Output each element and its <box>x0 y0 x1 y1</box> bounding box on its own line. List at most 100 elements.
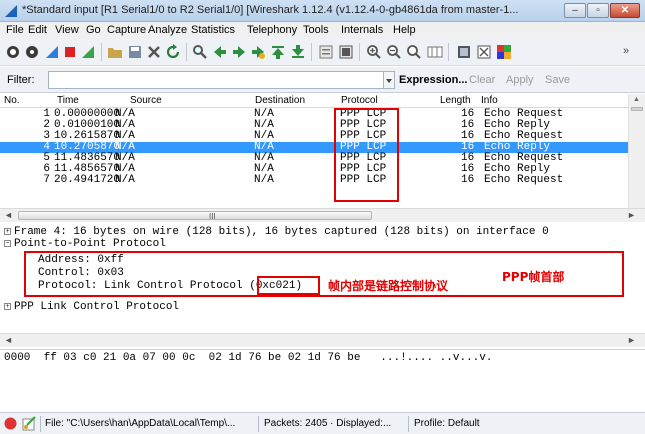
packet-no: 7 <box>43 174 50 186</box>
packet-time: 20.4941720 <box>54 174 121 186</box>
expand-toggle-icon[interactable]: + <box>4 228 11 235</box>
close-button[interactable]: ✕ <box>610 3 640 18</box>
column-source[interactable]: Source <box>130 95 162 106</box>
interface-list-icon[interactable] <box>5 44 21 60</box>
profile-status[interactable]: Profile: Default <box>414 418 524 429</box>
column-destination[interactable]: Destination <box>255 95 305 106</box>
go-to-packet-icon[interactable] <box>250 44 266 60</box>
display-filters-icon[interactable] <box>476 44 492 60</box>
filter-label: Filter: <box>7 74 35 86</box>
zoom-out-icon[interactable] <box>386 44 402 60</box>
ppp-tree-item[interactable]: Point-to-Point Protocol <box>14 238 166 250</box>
go-back-icon[interactable] <box>212 44 228 60</box>
status-bar: File: "C:\Users\han\AppData\Local\Temp\.… <box>0 412 645 434</box>
column-time[interactable]: Time <box>57 95 79 106</box>
lcp-tree-item[interactable]: PPP Link Control Protocol <box>14 301 179 313</box>
toolbar-overflow-button[interactable]: » <box>623 45 629 57</box>
packet-length: 16 <box>461 174 475 186</box>
column-length[interactable]: Length <box>440 95 471 106</box>
frame-tree-item[interactable]: Frame 4: 16 bytes on wire (128 bits), 16… <box>14 226 549 238</box>
packets-status: Packets: 2405 · Displayed:... <box>264 418 392 429</box>
menu-edit[interactable]: Edit <box>28 24 47 36</box>
toolbar-separator <box>186 43 187 61</box>
maximize-button[interactable]: ▫ <box>587 3 609 18</box>
scroll-right-icon[interactable]: ► <box>627 210 636 220</box>
expert-info-icon[interactable] <box>4 417 17 430</box>
menu-tools[interactable]: Tools <box>303 24 329 36</box>
save-filter-button[interactable]: Save <box>545 74 570 86</box>
zoom-normal-icon[interactable] <box>406 44 422 60</box>
scroll-left-icon[interactable]: ◄ <box>4 210 13 220</box>
hscroll-thumb[interactable]: III <box>18 211 372 221</box>
menu-internals[interactable]: Internals <box>341 24 383 36</box>
scroll-right-icon[interactable]: ► <box>627 335 636 345</box>
apply-button[interactable]: Apply <box>506 74 534 86</box>
packet-list: No. Time Source Destination Protocol Len… <box>0 94 645 212</box>
menu-telephony[interactable]: Telephony <box>247 24 297 36</box>
packet-details-pane: + Frame 4: 16 bytes on wire (128 bits), … <box>0 223 645 335</box>
close-file-icon[interactable] <box>146 44 162 60</box>
clear-button[interactable]: Clear <box>469 74 495 86</box>
packet-row[interactable]: 7 20.4941720 N/A N/A PPP LCP 16 Echo Request <box>0 175 628 186</box>
scroll-left-icon[interactable]: ◄ <box>4 335 13 345</box>
menu-file[interactable]: File <box>6 24 24 36</box>
vscroll-thumb[interactable] <box>631 107 643 111</box>
expand-toggle-icon[interactable]: + <box>4 303 11 310</box>
toolbar-separator <box>311 43 312 61</box>
go-forward-icon[interactable] <box>231 44 247 60</box>
toolbar-separator <box>359 43 360 61</box>
collapse-toggle-icon[interactable]: − <box>4 240 11 247</box>
scroll-up-icon[interactable]: ▲ <box>633 96 640 103</box>
column-info[interactable]: Info <box>481 95 498 106</box>
packet-list-header: No. Time Source Destination Protocol Len… <box>0 94 645 108</box>
capture-options-icon[interactable] <box>24 44 40 60</box>
menu-capture[interactable]: Capture <box>107 24 146 36</box>
hex-dump-line[interactable]: 0000 ff 03 c0 21 0a 07 00 0c 02 1d 76 be… <box>4 352 492 364</box>
menu-help[interactable]: Help <box>393 24 416 36</box>
find-packet-icon[interactable] <box>192 44 208 60</box>
reload-icon[interactable] <box>165 44 181 60</box>
menu-analyze[interactable]: Analyze <box>148 24 187 36</box>
ppp-header-highlight-box <box>24 251 624 297</box>
colorize-icon[interactable] <box>318 44 334 60</box>
status-separator <box>40 416 41 432</box>
packet-list-vscrollbar[interactable]: ▲ <box>628 94 645 212</box>
stop-capture-icon[interactable] <box>62 44 78 60</box>
status-separator <box>408 416 409 432</box>
save-file-icon[interactable] <box>127 44 143 60</box>
expression-button[interactable]: Expression... <box>399 74 467 86</box>
toolbar-separator <box>101 43 102 61</box>
go-last-icon[interactable] <box>290 44 306 60</box>
protocol-code-highlight-box <box>257 276 320 295</box>
autoscroll-icon[interactable] <box>338 44 354 60</box>
title-bar: *Standard input [R1 Serial1/0 to R2 Seri… <box>0 0 645 22</box>
restart-capture-icon[interactable] <box>80 44 96 60</box>
start-capture-icon[interactable] <box>44 44 60 60</box>
minimize-button[interactable]: – <box>564 3 586 18</box>
wireshark-fin-icon <box>5 5 17 17</box>
filter-input[interactable] <box>48 71 384 89</box>
menu-statistics[interactable]: Statistics <box>191 24 235 36</box>
menu-go[interactable]: Go <box>86 24 101 36</box>
go-first-icon[interactable] <box>270 44 286 60</box>
packet-destination: N/A <box>254 174 274 186</box>
menu-view[interactable]: View <box>55 24 79 36</box>
protocol-highlight-box <box>334 108 399 202</box>
column-no[interactable]: No. <box>4 95 20 106</box>
packet-bytes-pane: 0000 ff 03 c0 21 0a 07 00 0c 02 1d 76 be… <box>0 349 645 409</box>
packet-list-hscrollbar[interactable]: ◄ III ► <box>0 208 645 222</box>
coloring-rules-icon[interactable] <box>496 44 512 60</box>
grip: III <box>209 212 216 221</box>
toolbar-separator <box>448 43 449 61</box>
main-toolbar: » <box>0 38 645 66</box>
packet-source: N/A <box>115 174 135 186</box>
open-file-icon[interactable] <box>107 44 123 60</box>
resize-columns-icon[interactable] <box>427 44 443 60</box>
column-protocol[interactable]: Protocol <box>341 95 378 106</box>
file-status: File: "C:\Users\han\AppData\Local\Temp\.… <box>45 418 236 429</box>
filter-history-dropdown[interactable] <box>384 71 395 89</box>
details-hscrollbar[interactable]: ◄ ► <box>0 333 645 347</box>
capture-filters-icon[interactable] <box>456 44 472 60</box>
zoom-in-icon[interactable] <box>366 44 382 60</box>
capture-comment-icon[interactable] <box>22 416 37 431</box>
